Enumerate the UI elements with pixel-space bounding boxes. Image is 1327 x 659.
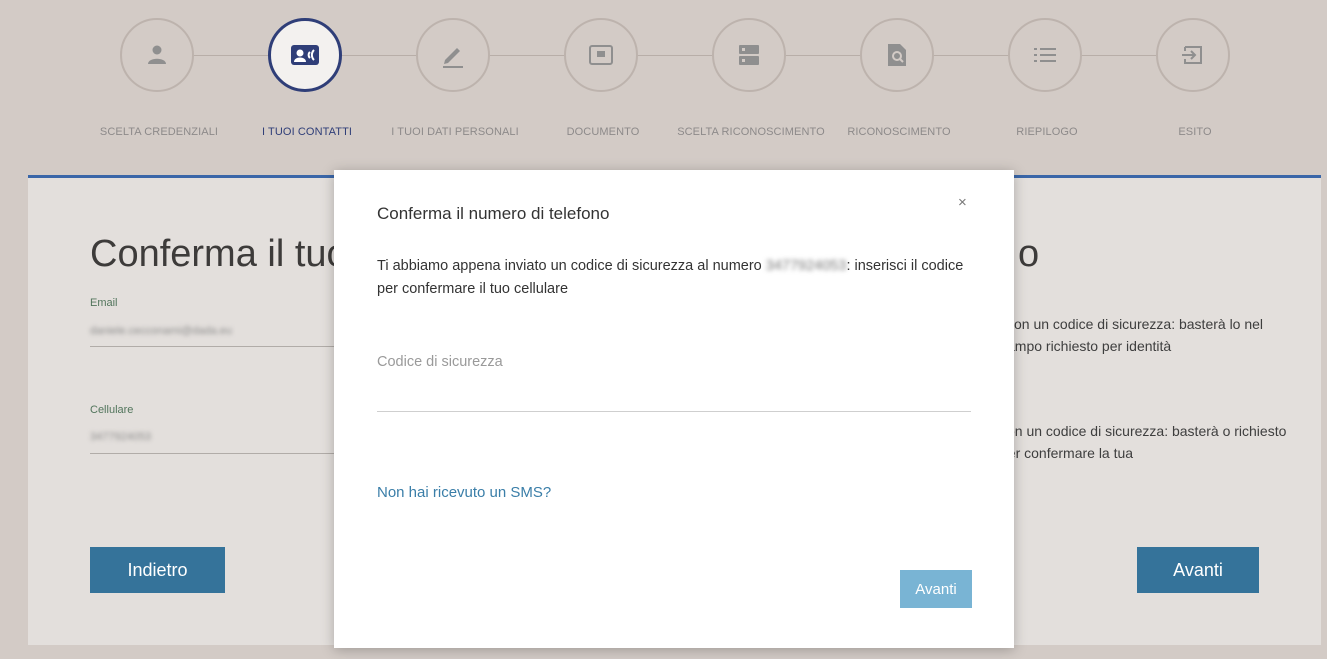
email-label: Email: [90, 297, 118, 309]
page-title-continuation: o: [1018, 233, 1040, 275]
list-icon: [1034, 48, 1056, 62]
modal-message-before: Ti abbiamo appena inviato un codice di s…: [377, 258, 762, 274]
cellulare-underline: [90, 453, 334, 454]
user-icon: [148, 45, 166, 64]
step-circle: [120, 18, 194, 92]
step-circle: [416, 18, 490, 92]
step-label: ESITO: [1178, 126, 1212, 138]
side-text-email: l con un codice di sicurezza: basterà lo…: [1000, 316, 1264, 354]
side-text-cellulare: con un codice di sicurezza: basterà o ri…: [1000, 423, 1287, 461]
step-label: RIEPILOGO: [1016, 126, 1078, 138]
search-document-icon: [888, 44, 906, 66]
email-field[interactable]: daniele.cecconami@dada.eu: [90, 325, 232, 337]
back-button[interactable]: Indietro: [90, 547, 225, 593]
modal-title: Conferma il numero di telefono: [377, 204, 610, 223]
step-label: SCELTA CREDENZIALI: [99, 126, 219, 138]
modal-next-button[interactable]: Avanti: [900, 570, 972, 608]
step-circle: [564, 18, 638, 92]
close-icon[interactable]: ×: [958, 194, 967, 211]
step-label: DOCUMENTO: [566, 126, 640, 138]
confirm-phone-modal: Conferma il numero di telefono × Ti abbi…: [334, 170, 1014, 648]
cellulare-field[interactable]: 3477924053: [90, 431, 151, 443]
step-label: I TUOI CONTATTI: [261, 126, 353, 138]
security-code-input[interactable]: Codice di sicurezza: [377, 354, 503, 370]
sign-in-icon: [1182, 46, 1202, 64]
step-circle: [1156, 18, 1230, 92]
step-circle: [712, 18, 786, 92]
email-underline: [90, 346, 334, 347]
next-button[interactable]: Avanti: [1137, 547, 1259, 593]
step-label: SCELTA RICONOSCIMENTO: [677, 126, 825, 138]
step-label: RICONOSCIMENTO: [847, 126, 951, 138]
step-circle: [860, 18, 934, 92]
modal-message: Ti abbiamo appena inviato un codice di s…: [377, 255, 977, 301]
cellulare-label: Cellulare: [90, 404, 134, 416]
progress-stepper: SCELTA CREDENZIALI I TUOI CONTATTI I TUO…: [0, 0, 1327, 172]
step-label: I TUOI DATI PERSONALI: [391, 126, 519, 138]
security-code-underline: [377, 411, 971, 412]
contact-card-icon: [291, 45, 319, 65]
resend-sms-link[interactable]: Non hai ricevuto un SMS?: [377, 484, 551, 501]
phone-number: 3477924053: [765, 258, 847, 274]
server-icon: [739, 45, 759, 65]
pencil-icon: [443, 48, 463, 68]
page-title: Conferma il tuo: [90, 233, 348, 275]
document-icon: [589, 45, 613, 65]
step-circle: [1008, 18, 1082, 92]
step-circle: [268, 18, 342, 92]
